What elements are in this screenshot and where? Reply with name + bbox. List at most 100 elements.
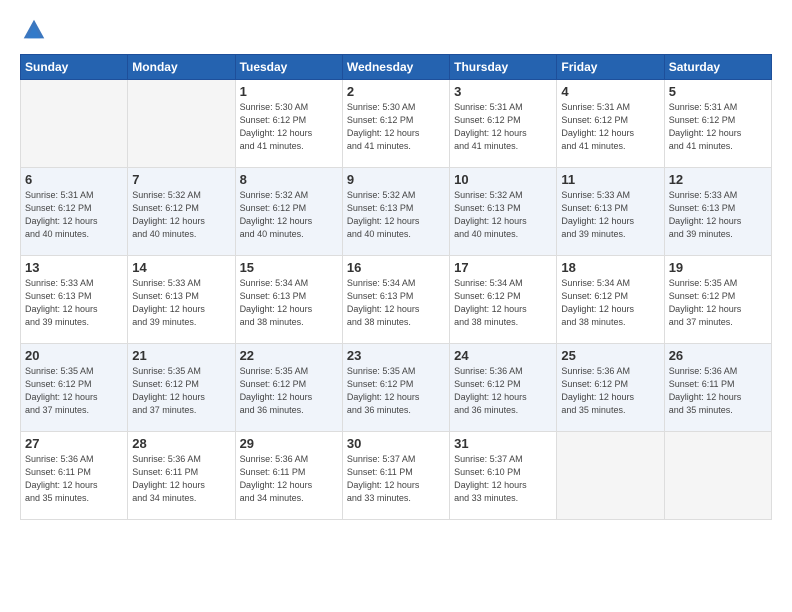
day-cell: 15Sunrise: 5:34 AM Sunset: 6:13 PM Dayli… (235, 256, 342, 344)
day-info: Sunrise: 5:37 AM Sunset: 6:11 PM Dayligh… (347, 453, 445, 505)
day-cell: 10 Sunrise: 5:32 AM Sunset: 6:13 PM Dayli… (450, 168, 557, 256)
day-info: Sunrise: 5:33 AM Sunset: 6:13 PM Dayligh… (669, 189, 767, 241)
day-cell: 12Sunrise: 5:33 AM Sunset: 6:13 PM Dayli… (664, 168, 771, 256)
day-cell: 20 Sunrise: 5:35 AM Sunset: 6:12 PM Dayli… (21, 344, 128, 432)
week-row-4: 20 Sunrise: 5:35 AM Sunset: 6:12 PM Dayli… (21, 344, 772, 432)
day-cell (557, 432, 664, 520)
day-cell: 29 Sunrise: 5:36 AM Sunset: 6:11 PM Dayli… (235, 432, 342, 520)
day-info: Sunrise: 5:36 AM Sunset: 6:11 PM Dayligh… (669, 365, 767, 417)
day-info: Sunrise: 5:33 AM Sunset: 6:13 PM Dayligh… (25, 277, 123, 329)
day-number: 16 (347, 260, 445, 275)
day-number: 30 (347, 436, 445, 451)
day-number: 29 (240, 436, 338, 451)
day-cell: 31 Sunrise: 5:37 AM Sunset: 6:10 PM Dayli… (450, 432, 557, 520)
day-info: Sunrise: 5:31 AM Sunset: 6:12 PM Dayligh… (561, 101, 659, 153)
logo-icon (20, 16, 48, 44)
weekday-header-monday: Monday (128, 55, 235, 80)
day-number: 11 (561, 172, 659, 187)
day-number: 9 (347, 172, 445, 187)
day-info: Sunrise: 5:33 AM Sunset: 6:13 PM Dayligh… (561, 189, 659, 241)
day-cell: 24 Sunrise: 5:36 AM Sunset: 6:12 PM Dayli… (450, 344, 557, 432)
day-cell: 25 Sunrise: 5:36 AM Sunset: 6:12 PM Dayli… (557, 344, 664, 432)
day-cell: 7 Sunrise: 5:32 AM Sunset: 6:12 PM Daylig… (128, 168, 235, 256)
weekday-header-friday: Friday (557, 55, 664, 80)
day-info: Sunrise: 5:36 AM Sunset: 6:12 PM Dayligh… (561, 365, 659, 417)
day-cell (21, 80, 128, 168)
day-number: 22 (240, 348, 338, 363)
day-number: 20 (25, 348, 123, 363)
day-cell: 26 Sunrise: 5:36 AM Sunset: 6:11 PM Dayli… (664, 344, 771, 432)
day-info: Sunrise: 5:35 AM Sunset: 6:12 PM Dayligh… (669, 277, 767, 329)
day-number: 27 (25, 436, 123, 451)
day-number: 5 (669, 84, 767, 99)
day-cell: 13 Sunrise: 5:33 AM Sunset: 6:13 PM Dayli… (21, 256, 128, 344)
day-number: 28 (132, 436, 230, 451)
day-number: 1 (240, 84, 338, 99)
day-number: 24 (454, 348, 552, 363)
day-info: Sunrise: 5:34 AM Sunset: 6:13 PM Dayligh… (347, 277, 445, 329)
day-cell: 18 Sunrise: 5:34 AM Sunset: 6:12 PM Dayli… (557, 256, 664, 344)
day-info: Sunrise: 5:35 AM Sunset: 6:12 PM Dayligh… (25, 365, 123, 417)
day-info: Sunrise: 5:30 AM Sunset: 6:12 PM Dayligh… (240, 101, 338, 153)
day-info: Sunrise: 5:34 AM Sunset: 6:12 PM Dayligh… (454, 277, 552, 329)
day-cell: 11 Sunrise: 5:33 AM Sunset: 6:13 PM Dayli… (557, 168, 664, 256)
day-number: 4 (561, 84, 659, 99)
day-info: Sunrise: 5:32 AM Sunset: 6:12 PM Dayligh… (132, 189, 230, 241)
week-row-3: 13 Sunrise: 5:33 AM Sunset: 6:13 PM Dayli… (21, 256, 772, 344)
day-info: Sunrise: 5:31 AM Sunset: 6:12 PM Dayligh… (25, 189, 123, 241)
day-info: Sunrise: 5:36 AM Sunset: 6:11 PM Dayligh… (240, 453, 338, 505)
day-number: 31 (454, 436, 552, 451)
day-info: Sunrise: 5:36 AM Sunset: 6:11 PM Dayligh… (132, 453, 230, 505)
day-cell: 9 Sunrise: 5:32 AM Sunset: 6:13 PM Daylig… (342, 168, 449, 256)
day-number: 18 (561, 260, 659, 275)
weekday-header-tuesday: Tuesday (235, 55, 342, 80)
day-number: 25 (561, 348, 659, 363)
day-info: Sunrise: 5:32 AM Sunset: 6:13 PM Dayligh… (454, 189, 552, 241)
logo (20, 16, 52, 44)
day-number: 10 (454, 172, 552, 187)
day-cell: 5 Sunrise: 5:31 AM Sunset: 6:12 PM Daylig… (664, 80, 771, 168)
day-info: Sunrise: 5:31 AM Sunset: 6:12 PM Dayligh… (454, 101, 552, 153)
weekday-header-sunday: Sunday (21, 55, 128, 80)
page: SundayMondayTuesdayWednesdayThursdayFrid… (0, 0, 792, 612)
day-cell: 2 Sunrise: 5:30 AM Sunset: 6:12 PM Daylig… (342, 80, 449, 168)
weekday-header-wednesday: Wednesday (342, 55, 449, 80)
day-cell (664, 432, 771, 520)
weekday-header-row: SundayMondayTuesdayWednesdayThursdayFrid… (21, 55, 772, 80)
day-number: 2 (347, 84, 445, 99)
day-number: 26 (669, 348, 767, 363)
header (20, 16, 772, 44)
week-row-2: 6Sunrise: 5:31 AM Sunset: 6:12 PM Daylig… (21, 168, 772, 256)
day-info: Sunrise: 5:33 AM Sunset: 6:13 PM Dayligh… (132, 277, 230, 329)
day-number: 3 (454, 84, 552, 99)
day-number: 7 (132, 172, 230, 187)
weekday-header-thursday: Thursday (450, 55, 557, 80)
day-info: Sunrise: 5:37 AM Sunset: 6:10 PM Dayligh… (454, 453, 552, 505)
day-info: Sunrise: 5:31 AM Sunset: 6:12 PM Dayligh… (669, 101, 767, 153)
day-info: Sunrise: 5:32 AM Sunset: 6:12 PM Dayligh… (240, 189, 338, 241)
day-info: Sunrise: 5:30 AM Sunset: 6:12 PM Dayligh… (347, 101, 445, 153)
day-info: Sunrise: 5:36 AM Sunset: 6:12 PM Dayligh… (454, 365, 552, 417)
day-number: 23 (347, 348, 445, 363)
day-number: 21 (132, 348, 230, 363)
day-cell: 14 Sunrise: 5:33 AM Sunset: 6:13 PM Dayli… (128, 256, 235, 344)
day-cell: 1 Sunrise: 5:30 AM Sunset: 6:12 PM Daylig… (235, 80, 342, 168)
day-info: Sunrise: 5:32 AM Sunset: 6:13 PM Dayligh… (347, 189, 445, 241)
day-cell: 4 Sunrise: 5:31 AM Sunset: 6:12 PM Daylig… (557, 80, 664, 168)
day-info: Sunrise: 5:36 AM Sunset: 6:11 PM Dayligh… (25, 453, 123, 505)
day-number: 13 (25, 260, 123, 275)
week-row-5: 27 Sunrise: 5:36 AM Sunset: 6:11 PM Dayli… (21, 432, 772, 520)
day-cell: 19 Sunrise: 5:35 AM Sunset: 6:12 PM Dayli… (664, 256, 771, 344)
day-info: Sunrise: 5:34 AM Sunset: 6:12 PM Dayligh… (561, 277, 659, 329)
day-cell (128, 80, 235, 168)
day-cell: 30 Sunrise: 5:37 AM Sunset: 6:11 PM Dayli… (342, 432, 449, 520)
day-number: 14 (132, 260, 230, 275)
day-cell: 23Sunrise: 5:35 AM Sunset: 6:12 PM Dayli… (342, 344, 449, 432)
day-cell: 8 Sunrise: 5:32 AM Sunset: 6:12 PM Daylig… (235, 168, 342, 256)
day-number: 8 (240, 172, 338, 187)
day-cell: 16 Sunrise: 5:34 AM Sunset: 6:13 PM Dayli… (342, 256, 449, 344)
calendar-table: SundayMondayTuesdayWednesdayThursdayFrid… (20, 54, 772, 520)
day-number: 19 (669, 260, 767, 275)
day-cell: 6Sunrise: 5:31 AM Sunset: 6:12 PM Daylig… (21, 168, 128, 256)
day-info: Sunrise: 5:35 AM Sunset: 6:12 PM Dayligh… (240, 365, 338, 417)
